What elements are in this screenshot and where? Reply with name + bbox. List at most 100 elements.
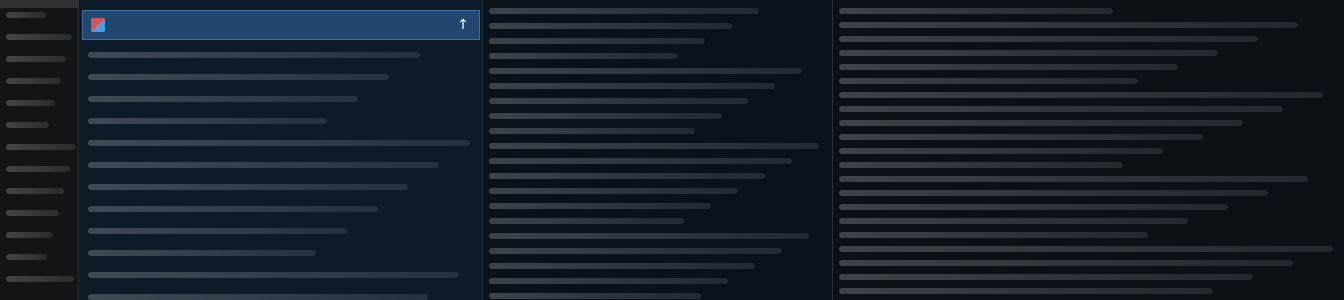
text-line [489, 154, 826, 167]
text-line [489, 259, 826, 272]
text-line [489, 214, 826, 227]
text-line [839, 130, 1338, 143]
text-placeholder [839, 218, 1189, 224]
text-placeholder [6, 166, 71, 172]
text-placeholder [489, 293, 702, 299]
text-line [839, 144, 1338, 157]
text-placeholder [88, 74, 390, 80]
text-line [839, 270, 1338, 283]
sidebar-item[interactable] [0, 228, 78, 250]
text-line [839, 186, 1338, 199]
text-line [839, 214, 1338, 227]
text-placeholder [6, 144, 76, 150]
sidebar-item[interactable] [0, 250, 78, 272]
text-line [839, 102, 1338, 115]
sidebar-item[interactable] [0, 184, 78, 206]
text-placeholder [839, 260, 1294, 266]
text-placeholder [839, 134, 1204, 140]
text-line [88, 290, 474, 300]
text-line [489, 229, 826, 242]
text-placeholder [489, 83, 776, 89]
text-line [489, 139, 826, 152]
text-placeholder [489, 23, 732, 29]
text-line [489, 109, 826, 122]
text-line [839, 88, 1338, 101]
text-line [489, 124, 826, 137]
sidebar-item[interactable] [0, 8, 78, 30]
text-placeholder [839, 36, 1259, 42]
text-placeholder [88, 250, 316, 256]
text-placeholder [88, 140, 471, 146]
text-line [489, 274, 826, 287]
text-placeholder [6, 122, 50, 128]
header-bar[interactable]: ↑ [82, 10, 480, 40]
text-placeholder [839, 288, 1214, 294]
text-line [489, 34, 826, 47]
sidebar-item[interactable] [0, 272, 78, 294]
sidebar-item[interactable] [0, 52, 78, 74]
text-line [88, 268, 474, 284]
text-placeholder [489, 113, 722, 119]
text-placeholder [489, 218, 685, 224]
text-placeholder [6, 78, 61, 84]
text-placeholder [6, 254, 48, 260]
text-line [489, 169, 826, 182]
text-line [489, 49, 826, 62]
text-placeholder [88, 184, 409, 190]
text-line [489, 289, 826, 300]
text-placeholder [88, 228, 347, 234]
text-placeholder [489, 263, 756, 269]
main-panel: ↑ [80, 0, 483, 300]
text-placeholder [489, 53, 678, 59]
text-line [88, 136, 474, 152]
text-placeholder [489, 143, 820, 149]
sidebar-topbar [0, 0, 78, 8]
text-line [489, 64, 826, 77]
sidebar-item[interactable] [0, 140, 78, 162]
text-placeholder [6, 12, 46, 18]
text-placeholder [839, 148, 1164, 154]
text-placeholder [839, 78, 1139, 84]
text-placeholder [88, 206, 378, 212]
sidebar-item[interactable] [0, 206, 78, 228]
sidebar-list [0, 8, 78, 294]
arrow-up-icon[interactable]: ↑ [455, 17, 471, 33]
text-line [489, 244, 826, 257]
text-line [839, 158, 1338, 171]
text-line [489, 79, 826, 92]
text-placeholder [6, 232, 53, 238]
text-line [489, 19, 826, 32]
text-placeholder [489, 203, 712, 209]
text-placeholder [839, 50, 1219, 56]
text-line [839, 172, 1338, 185]
text-placeholder [6, 276, 74, 282]
text-line [839, 284, 1338, 297]
text-line [839, 46, 1338, 59]
text-placeholder [88, 52, 420, 58]
text-line [88, 246, 474, 262]
text-placeholder [839, 8, 1114, 14]
text-placeholder [839, 274, 1254, 280]
text-line [88, 48, 474, 64]
text-placeholder [6, 56, 67, 62]
sidebar-item[interactable] [0, 96, 78, 118]
sidebar-item[interactable] [0, 118, 78, 140]
text-line [839, 242, 1338, 255]
text-line [88, 70, 474, 86]
text-placeholder [489, 233, 810, 239]
sidebar-item[interactable] [0, 74, 78, 96]
text-placeholder [839, 176, 1309, 182]
sidebar-item[interactable] [0, 162, 78, 184]
text-placeholder [489, 173, 766, 179]
text-placeholder [839, 246, 1333, 252]
text-line [839, 200, 1338, 213]
text-placeholder [839, 106, 1284, 112]
text-line [88, 180, 474, 196]
text-line [489, 4, 826, 17]
text-placeholder [839, 232, 1149, 238]
text-placeholder [88, 162, 440, 168]
sidebar-item[interactable] [0, 30, 78, 52]
text-placeholder [839, 190, 1269, 196]
text-line [88, 114, 474, 130]
app-icon [91, 18, 105, 32]
